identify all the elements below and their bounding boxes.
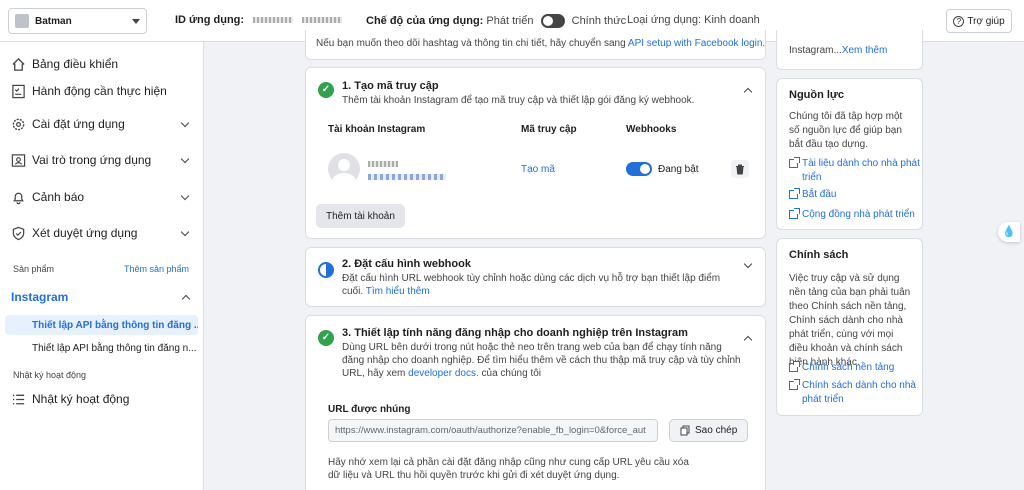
policy-link-platform[interactable]: Chính sách nền tảng [789,361,921,375]
trash-icon [736,164,744,174]
webhook-toggle-row: Đang bật [626,162,699,176]
chevron-down-icon [180,227,190,236]
learn-more-link[interactable]: Tìm hiểu thêm [366,286,430,297]
blurred-id [302,17,343,24]
mode-toggle[interactable] [540,14,565,28]
copy-button[interactable]: Sao chép [669,419,749,442]
chevron-up-icon [743,335,753,345]
sidebar-item-alerts[interactable]: Cảnh báo [10,187,190,207]
see-more-link[interactable]: Xem thêm [842,45,888,56]
external-link-icon [789,188,800,199]
blurred-account-id [368,174,446,180]
sidebar: Bảng điều khiển Hành động cần thực hiện … [0,42,204,490]
step3-desc: Dùng URL bên dưới trong nút hoặc thẻ neo… [342,342,741,379]
add-product-link[interactable]: Thêm sản phẩm [124,264,189,274]
chevron-down-icon [180,191,190,200]
sidebar-item-review[interactable]: Xét duyệt ứng dụng [10,223,190,243]
resources-title: Nguồn lực [789,89,845,101]
col-instagram-account: Tài khoản Instagram [328,124,426,135]
step3-title: 3. Thiết lập tính năng đăng nhập cho doa… [342,327,688,339]
policy-title: Chính sách [789,249,849,261]
resource-link-get-started[interactable]: Bắt đầu [789,188,921,202]
resource-link-community[interactable]: Cộng đồng nhà phát triển [789,208,921,222]
shield-icon [10,225,26,241]
right-top-text: Instagram...Xem thêm [789,45,888,56]
list-icon [10,391,26,407]
policy-desc: Việc truy cập và sử dụng nền tảng của bạ… [789,273,911,368]
account-avatar [328,153,360,185]
sidebar-item-actions[interactable]: Hành động cần thực hiện [10,81,188,101]
embed-url-input[interactable]: https://www.instagram.com/oauth/authoriz… [328,419,658,442]
user-badge-icon [10,152,26,168]
resources-card: Nguồn lực Chúng tôi đã tập hợp một số ng… [776,78,923,230]
activity-section-label: Nhật ký hoạt động [13,370,87,380]
step2-title: 2. Đặt cấu hình webhook [342,258,471,270]
external-link-icon [789,379,800,390]
chevron-down-icon [180,154,190,163]
sidebar-subitem-api-setup-active[interactable]: Thiết lập API bằng thông tin đăng ... [5,315,198,335]
app-name: Batman [35,15,72,27]
blurred-id [253,17,294,24]
step2-card: 2. Đặt cấu hình webhook Đặt cấu hình URL… [305,247,766,307]
step1-card: ✓ 1. Tạo mã truy cập Thêm tài khoản Inst… [305,67,766,239]
resource-link-dev-docs[interactable]: Tài liệu dành cho nhà phát triển [789,157,921,185]
caret-down-icon [132,18,140,24]
chevron-down-icon [743,259,753,269]
floating-assistant-button[interactable]: 💧 [998,222,1020,242]
check-icon: ✓ [318,82,334,98]
col-access-token: Mã truy cập [521,124,577,135]
app-selector[interactable]: Batman [8,8,147,34]
step3-collapse[interactable] [743,334,753,345]
step2-desc: Đặt cấu hình URL webhook tùy chỉnh hoặc … [342,273,721,297]
step3-card: ✓ 3. Thiết lập tính năng đăng nhập cho d… [305,315,766,490]
sidebar-item-instagram[interactable]: Instagram [11,290,191,304]
half-circle-icon [318,262,334,278]
step1-collapse[interactable] [743,86,753,97]
sidebar-item-activity-log[interactable]: Nhật ký hoạt động [10,389,188,409]
copy-icon [680,425,690,436]
right-top-card: Instagram...Xem thêm [776,30,923,70]
app-id: ID ứng dụng: [175,14,343,26]
step1-desc: Thêm tài khoản Instagram để tạo mã truy … [342,95,695,106]
developer-docs-link[interactable]: developer docs. [408,368,479,379]
bell-icon [10,189,26,205]
intro-note: Nếu bạn muốn theo dõi hashtag và thông t… [316,38,766,49]
gear-icon [10,116,26,132]
chevron-down-icon [180,118,190,127]
help-icon: ? [953,15,965,27]
resources-desc: Chúng tôi đã tập hợp một số nguồn lực để… [789,111,903,150]
step2-expand[interactable] [743,259,753,269]
app-type: Loại ứng dụng: Kinh doanh [627,14,760,26]
sidebar-item-roles[interactable]: Vai trò trong ứng dụng [10,150,190,170]
app-avatar [15,14,29,28]
sidebar-item-dashboard[interactable]: Bảng điều khiển [10,54,188,74]
col-webhooks: Webhooks [626,124,677,135]
help-button[interactable]: ? Trợ giúp [946,9,1012,33]
chevron-up-icon [181,294,191,303]
add-account-button[interactable]: Thêm tài khoản [316,204,405,228]
policy-link-developer[interactable]: Chính sách dành cho nhà phát triển [789,379,921,407]
embed-url-label: URL được nhúng [328,404,411,415]
blurred-username [368,161,398,167]
checklist-icon [10,83,26,99]
sidebar-item-settings[interactable]: Cài đặt ứng dụng [10,114,190,134]
check-icon: ✓ [318,330,334,346]
external-link-icon [789,361,800,372]
chevron-up-icon [743,87,753,97]
policy-card: Chính sách Việc truy cập và sử dụng nền … [776,238,923,416]
home-icon [10,56,26,72]
api-setup-fb-link[interactable]: API setup with Facebook login. [628,38,765,49]
external-link-icon [789,157,800,168]
webhook-toggle[interactable] [626,162,652,176]
external-link-icon [789,208,800,219]
sidebar-subitem-api-setup[interactable]: Thiết lập API bằng thông tin đăng n... [5,338,198,358]
app-mode: Chế độ của ứng dụng: Phát triển Chính th… [366,14,627,28]
create-token-link[interactable]: Tạo mã [521,164,555,175]
droplet-icon: 💧 [1002,226,1016,238]
delete-account-button[interactable] [731,160,749,178]
step3-note: Hãy nhớ xem lại cả phần cài đặt đăng nhậ… [328,457,689,481]
products-section-label: Sản phẩm [13,264,55,274]
step1-title: 1. Tạo mã truy cập [342,80,439,92]
